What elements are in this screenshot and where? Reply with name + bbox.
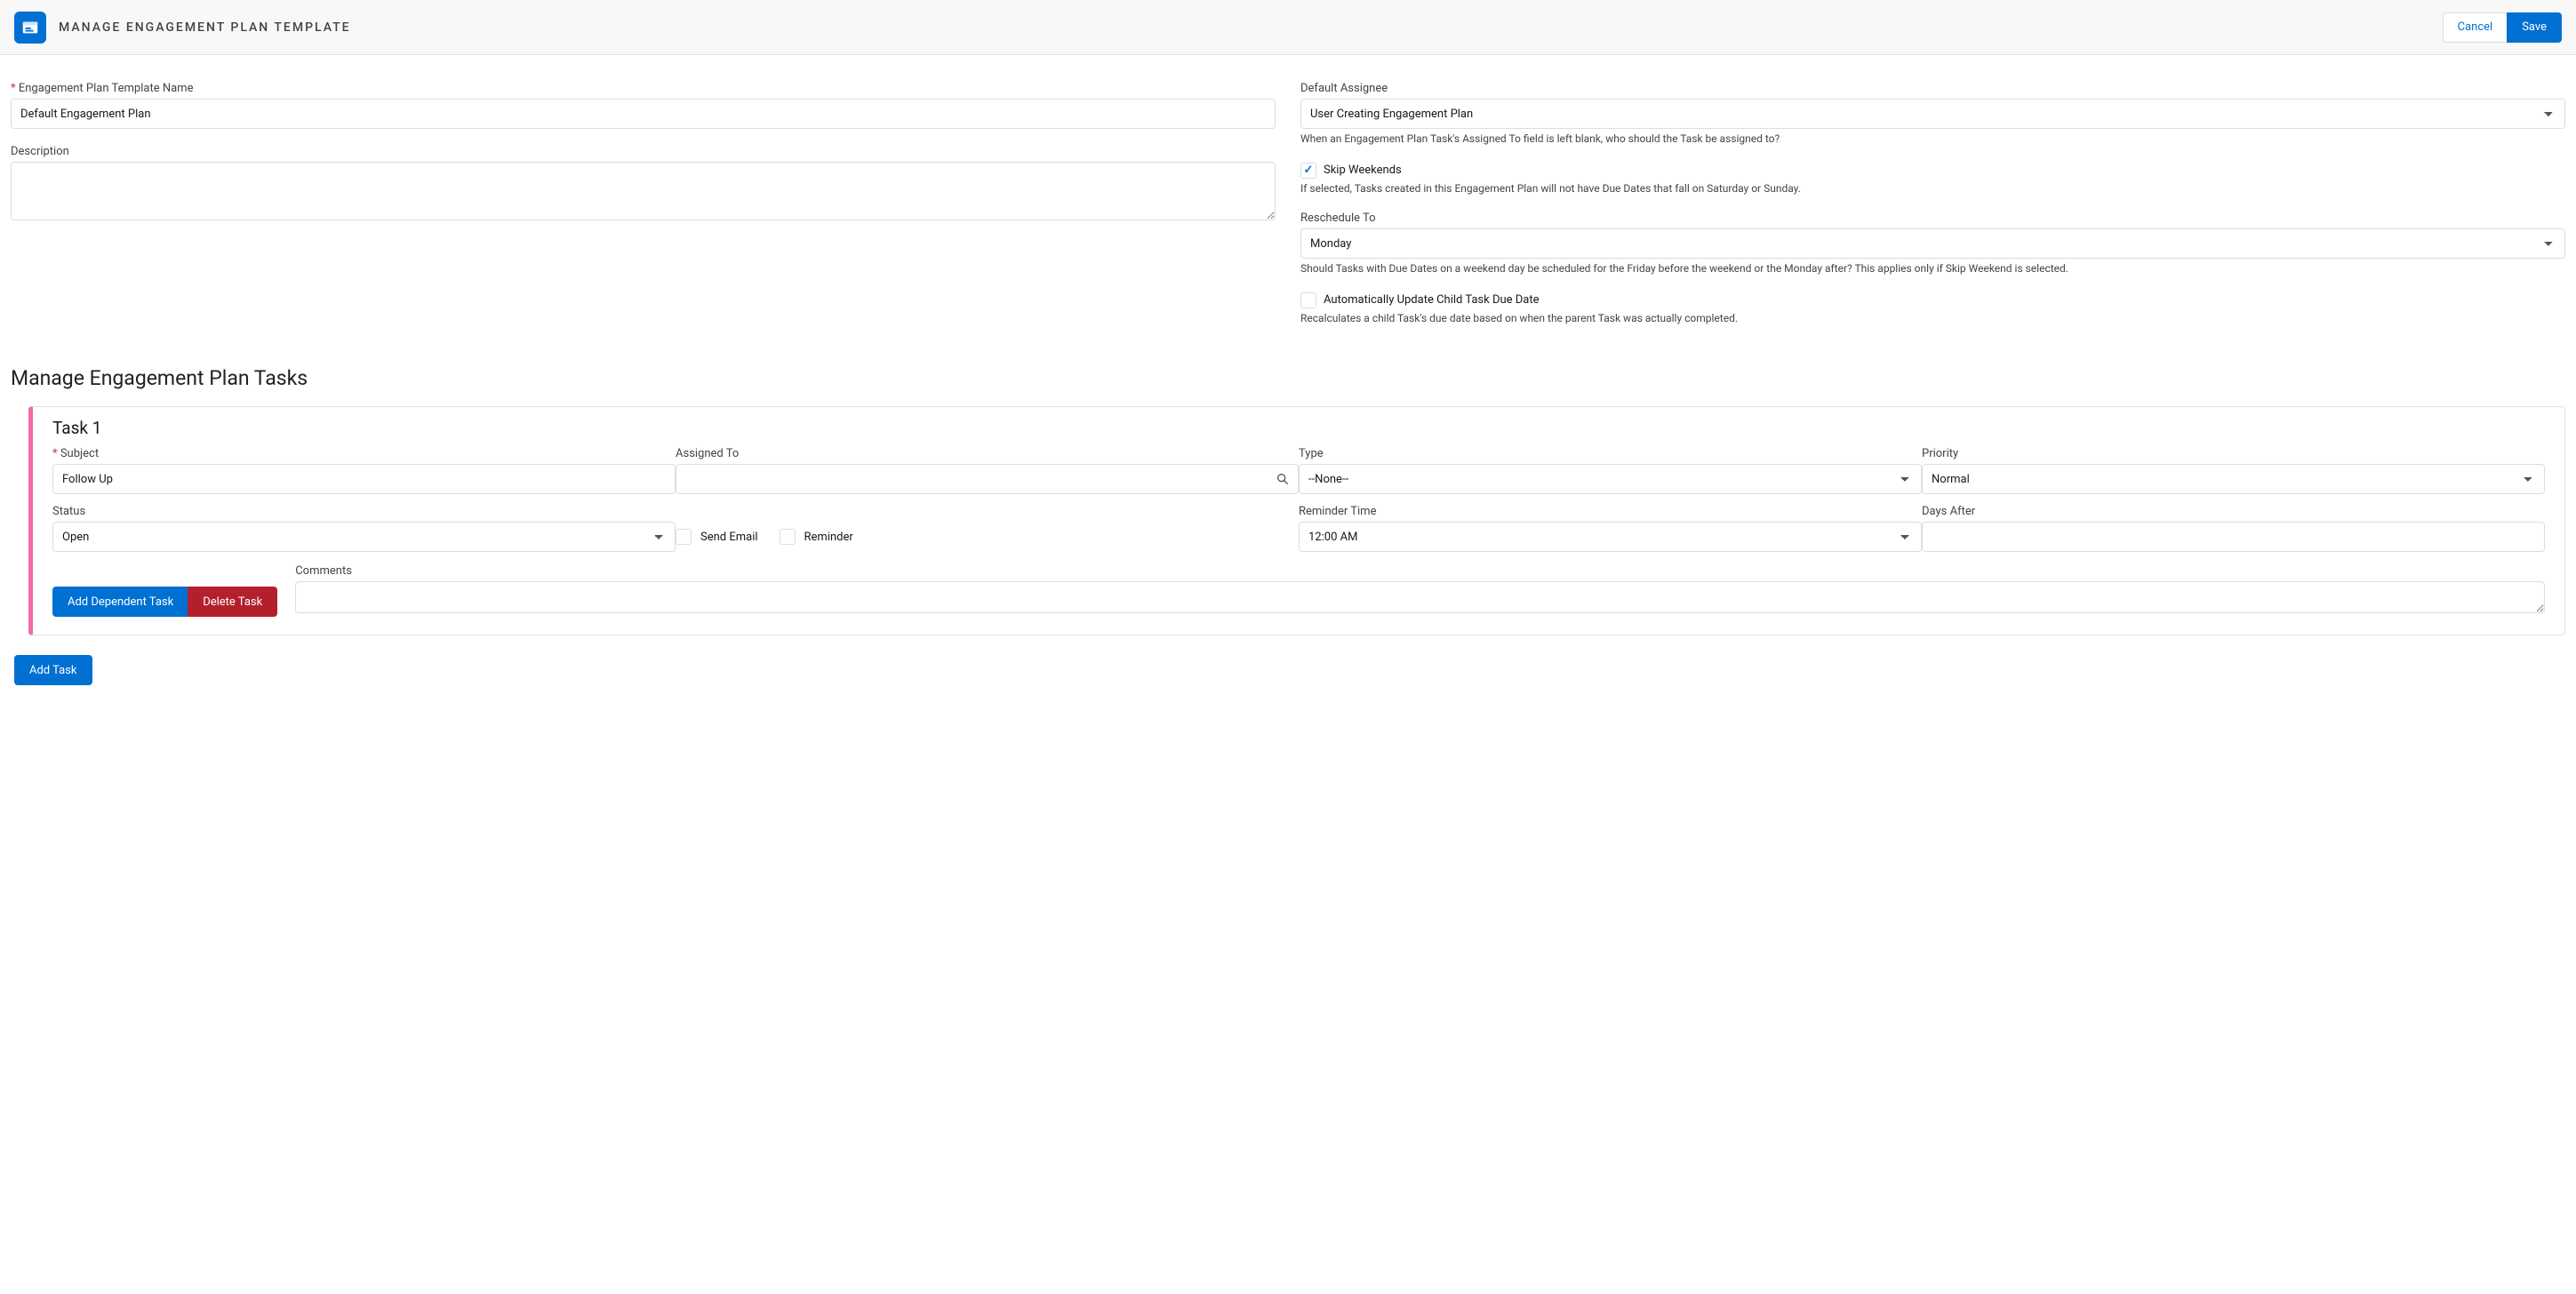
search-icon: [1276, 472, 1290, 486]
priority-label: Priority: [1922, 447, 2545, 460]
page-body: Engagement Plan Template Name Descriptio…: [0, 55, 2576, 721]
task-row-1: Subject Assigned To Type --None--: [52, 447, 2545, 494]
priority-field: Priority Normal: [1922, 447, 2545, 494]
checkbox-unchecked-icon: [676, 529, 692, 545]
assigned-to-label: Assigned To: [676, 447, 1299, 460]
page-title: MANAGE ENGAGEMENT PLAN TEMPLATE: [59, 20, 351, 35]
type-field: Type --None--: [1299, 447, 1922, 494]
subject-label: Subject: [52, 447, 676, 460]
auto-update-field: Automatically Update Child Task Due Date…: [1300, 292, 2565, 326]
description-field: Description: [11, 145, 1276, 224]
checkbox-unchecked-icon: [1300, 292, 1316, 308]
auto-update-label: Automatically Update Child Task Due Date: [1324, 293, 1540, 307]
skip-weekends-field: Skip Weekends If selected, Tasks created…: [1300, 163, 2565, 196]
footer-actions: Add Task: [14, 655, 2565, 685]
assigned-to-input[interactable]: [676, 464, 1299, 494]
description-label: Description: [11, 145, 1276, 158]
task-title: Task 1: [33, 407, 2564, 447]
reschedule-field: Reschedule To Monday Should Tasks with D…: [1300, 212, 2565, 276]
reminder-time-field: Reminder Time 12:00 AM: [1299, 505, 1922, 552]
subject-input[interactable]: [52, 464, 676, 494]
checkbox-checked-icon: [1300, 163, 1316, 179]
reschedule-help: Should Tasks with Due Dates on a weekend…: [1300, 262, 2565, 276]
assignee-label: Default Assignee: [1300, 82, 2565, 95]
task-card: Task 1 Subject Assigned To Type: [28, 406, 2565, 635]
reschedule-label: Reschedule To: [1300, 212, 2565, 225]
delete-task-button[interactable]: Delete Task: [188, 587, 277, 617]
subject-field: Subject: [52, 447, 676, 494]
type-label: Type: [1299, 447, 1922, 460]
comments-field: Comments: [295, 564, 2545, 617]
task-row-3: Add Dependent Task Delete Task Comments: [52, 564, 2545, 617]
assignee-field: Default Assignee User Creating Engagemen…: [1300, 82, 2565, 147]
days-after-field: Days After: [1922, 505, 2545, 552]
reminder-time-select[interactable]: 12:00 AM: [1299, 522, 1922, 552]
skip-weekends-label: Skip Weekends: [1324, 164, 1402, 177]
status-select[interactable]: Open: [52, 522, 676, 552]
assignee-help: When an Engagement Plan Task's Assigned …: [1300, 132, 2565, 147]
name-input[interactable]: [11, 99, 1276, 129]
header-left: MANAGE ENGAGEMENT PLAN TEMPLATE: [14, 12, 351, 44]
task-actions: Add Dependent Task Delete Task: [52, 587, 277, 617]
save-button[interactable]: Save: [2507, 12, 2562, 43]
assigned-to-field: Assigned To: [676, 447, 1299, 494]
template-icon: [14, 12, 46, 44]
skip-weekends-help: If selected, Tasks created in this Engag…: [1300, 182, 2565, 196]
add-dependent-task-button[interactable]: Add Dependent Task: [52, 587, 188, 617]
days-after-label: Days After: [1922, 505, 2545, 518]
days-after-input[interactable]: [1922, 522, 2545, 552]
name-field: Engagement Plan Template Name: [11, 82, 1276, 129]
priority-select[interactable]: Normal: [1922, 464, 2545, 494]
checkbox-unchecked-icon: [780, 529, 796, 545]
tasks-section-title: Manage Engagement Plan Tasks: [11, 366, 2565, 390]
comments-label: Comments: [295, 564, 2545, 578]
template-form: Engagement Plan Template Name Descriptio…: [11, 82, 2565, 341]
type-select[interactable]: --None--: [1299, 464, 1922, 494]
task-body: Subject Assigned To Type --None--: [33, 447, 2564, 635]
task-row-2: Status Open Send Email Remin: [52, 505, 2545, 552]
reminder-time-label: Reminder Time: [1299, 505, 1922, 518]
status-label: Status: [52, 505, 676, 518]
reminder-label: Reminder: [804, 531, 853, 544]
name-label: Engagement Plan Template Name: [11, 82, 1276, 95]
auto-update-checkbox[interactable]: Automatically Update Child Task Due Date: [1300, 292, 2565, 308]
checkbox-cell: Send Email Reminder: [676, 505, 1299, 552]
cancel-button[interactable]: Cancel: [2443, 12, 2508, 43]
form-left-col: Engagement Plan Template Name Descriptio…: [11, 82, 1276, 240]
header-actions: Cancel Save: [2443, 12, 2562, 43]
send-email-checkbox[interactable]: Send Email: [676, 529, 758, 545]
assignee-select[interactable]: User Creating Engagement Plan: [1300, 99, 2565, 129]
form-right-col: Default Assignee User Creating Engagemen…: [1300, 82, 2565, 341]
send-email-label: Send Email: [700, 531, 758, 544]
reminder-checkbox[interactable]: Reminder: [780, 529, 853, 545]
vertical-scrollbar[interactable]: [2568, 55, 2574, 1294]
reschedule-select[interactable]: Monday: [1300, 228, 2565, 259]
page-header: MANAGE ENGAGEMENT PLAN TEMPLATE Cancel S…: [0, 0, 2576, 55]
skip-weekends-checkbox[interactable]: Skip Weekends: [1300, 163, 2565, 179]
comments-input[interactable]: [295, 581, 2545, 613]
description-input[interactable]: [11, 162, 1276, 220]
add-task-button[interactable]: Add Task: [14, 655, 92, 685]
status-field: Status Open: [52, 505, 676, 552]
auto-update-help: Recalculates a child Task's due date bas…: [1300, 312, 2565, 326]
